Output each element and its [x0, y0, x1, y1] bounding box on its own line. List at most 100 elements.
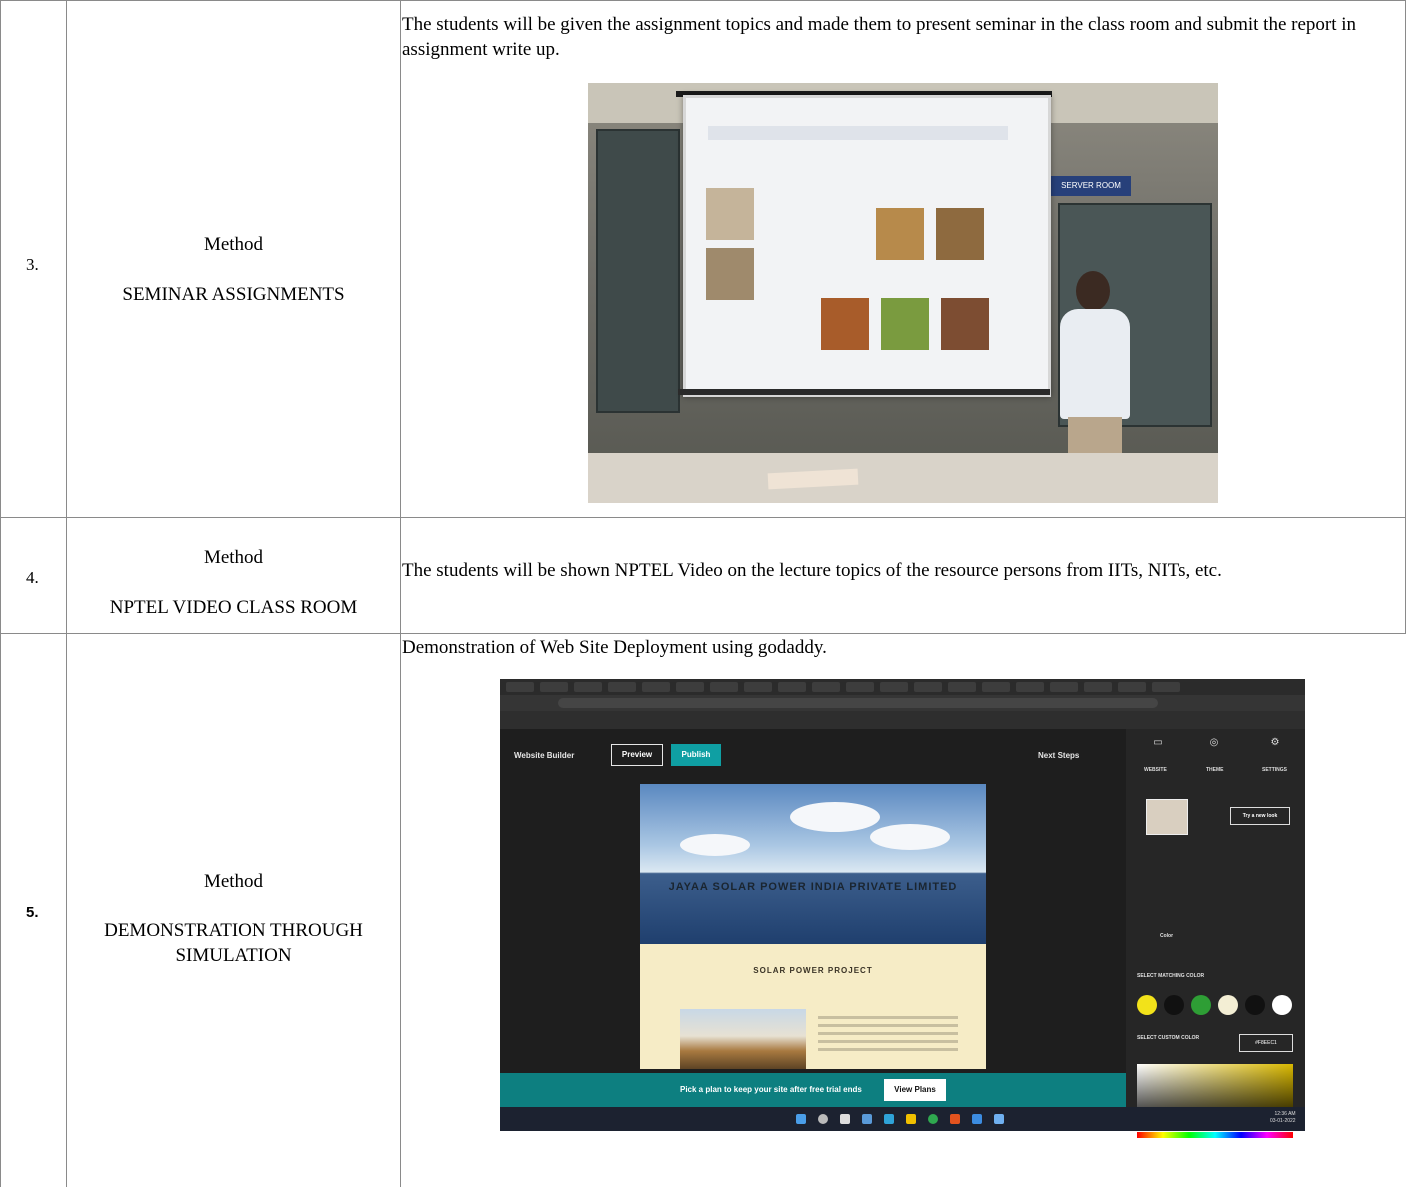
- slide-image: [941, 298, 989, 350]
- select-custom-color-label: SELECT CUSTOM COLOR: [1137, 1035, 1200, 1041]
- color-swatch: [1218, 995, 1238, 1015]
- site-text-block: [818, 1016, 958, 1056]
- color-section-label: Color: [1160, 933, 1174, 939]
- presenter-body: [1060, 309, 1130, 419]
- slide-image: [821, 298, 869, 350]
- next-steps-button: Next Steps: [1038, 751, 1080, 760]
- slide-thumbnail: [706, 188, 754, 240]
- browser-tab: [1016, 682, 1044, 692]
- custom-color-hex: #F8EEC1: [1239, 1034, 1293, 1052]
- row-divider-3-4: [0, 517, 1406, 518]
- site-title: JAYAA SOLAR POWER INDIA PRIVATE LIMITED: [668, 881, 958, 893]
- table-right-border: [1405, 0, 1406, 633]
- project-heading: SOLAR POWER PROJECT: [753, 966, 873, 975]
- cloud: [870, 824, 950, 850]
- search-icon: [818, 1114, 828, 1124]
- browser-tab: [880, 682, 908, 692]
- browser-tab: [540, 682, 568, 692]
- view-plans-button: View Plans: [884, 1079, 946, 1101]
- browser-tab: [744, 682, 772, 692]
- projector-screen: [683, 95, 1051, 397]
- clock: 12:36 AM 03-01-2022: [1270, 1111, 1296, 1125]
- presenter-head: [1076, 271, 1110, 311]
- column-divider-2: [400, 0, 401, 1187]
- browser-tab: [1152, 682, 1180, 692]
- color-swatch: [1164, 995, 1184, 1015]
- slide-toolbar: [708, 126, 1008, 140]
- row-number: 3.: [26, 255, 39, 274]
- plan-banner: Pick a plan to keep your site after free…: [500, 1073, 1126, 1107]
- try-new-look-button: Try a new look: [1230, 807, 1290, 825]
- table-top-border: [0, 0, 1406, 1]
- widgets-icon: [862, 1114, 872, 1124]
- cloud: [680, 834, 750, 856]
- hero-image: [640, 784, 986, 944]
- hue-slider: [1137, 1132, 1293, 1138]
- color-swatch: [1245, 995, 1265, 1015]
- website-icon: ▭: [1153, 737, 1163, 748]
- row-number: 4.: [26, 568, 39, 587]
- start-icon: [796, 1114, 806, 1124]
- app-icon: [994, 1114, 1004, 1124]
- theme-panel: ▭ ◎ ⚙ WEBSITE THEME SETTINGS Try a new l…: [1126, 729, 1305, 1138]
- column-divider-1: [66, 0, 67, 1187]
- godaddy-screenshot: Website Builder Preview Publish Next Ste…: [500, 679, 1305, 1138]
- browser-tab: [1050, 682, 1078, 692]
- browser-tab: [1084, 682, 1112, 692]
- browser-tab: [846, 682, 874, 692]
- method-label: Method: [203, 547, 264, 568]
- table-left-border: [0, 0, 1, 1187]
- color-swatch: [1137, 995, 1157, 1015]
- publish-button: Publish: [671, 744, 721, 766]
- windows-taskbar: 12:36 AM 03-01-2022: [500, 1107, 1305, 1131]
- browser-tab: [914, 682, 942, 692]
- browser-tab: [676, 682, 704, 692]
- cabinet-left: [596, 129, 680, 413]
- browser-tab: [778, 682, 806, 692]
- row-number: 5.: [26, 904, 39, 921]
- browser-address-bar: [500, 695, 1305, 711]
- tab-settings: SETTINGS: [1262, 767, 1288, 773]
- browser-tab: [710, 682, 738, 692]
- method-label: Method: [203, 871, 264, 892]
- browser-tab: [506, 682, 534, 692]
- row-divider-4-5: [0, 633, 1406, 634]
- chrome-icon: [928, 1114, 938, 1124]
- slide-thumbnail: [706, 248, 754, 300]
- method-description: Demonstration of Web Site Deployment usi…: [402, 637, 827, 658]
- plan-banner-text: Pick a plan to keep your site after free…: [680, 1085, 862, 1094]
- clock-date: 03-01-2022: [1270, 1118, 1296, 1124]
- browser-tab: [608, 682, 636, 692]
- projector-screen-bottom: [678, 389, 1050, 395]
- tab-theme: THEME: [1206, 767, 1224, 773]
- method-name: DEMONSTRATION THROUGH SIMULATION: [104, 920, 363, 966]
- method-name: NPTEL VIDEO CLASS ROOM: [109, 597, 358, 618]
- server-room-sign: SERVER ROOM: [1051, 176, 1131, 196]
- color-swatch: [1191, 995, 1211, 1015]
- browser-tab: [1118, 682, 1146, 692]
- browser-tab: [574, 682, 602, 692]
- browser-tab: [642, 682, 670, 692]
- browser-tab-bar: [500, 679, 1305, 695]
- browser-tab: [948, 682, 976, 692]
- seminar-photo: SERVER ROOM: [588, 83, 1218, 503]
- theme-icon: ◎: [1209, 737, 1219, 748]
- theme-thumbnail: [1146, 799, 1188, 835]
- office-icon: [950, 1114, 960, 1124]
- app-icon: [972, 1114, 982, 1124]
- app-icon: [906, 1114, 916, 1124]
- preview-button: Preview: [611, 744, 663, 766]
- method-description: The students will be given the assignmen…: [402, 14, 1357, 60]
- edge-icon: [884, 1114, 894, 1124]
- cloud: [790, 802, 880, 832]
- slide-image: [876, 208, 924, 260]
- website-builder-menu: Website Builder: [514, 751, 575, 760]
- color-swatch: [1272, 995, 1292, 1015]
- url-field: [558, 698, 1158, 708]
- taskview-icon: [840, 1114, 850, 1124]
- browser-tab: [812, 682, 840, 692]
- website-builder-editor: Website Builder Preview Publish Next Ste…: [500, 729, 1126, 1073]
- method-label: Method: [203, 234, 264, 255]
- method-name: SEMINAR ASSIGNMENTS: [122, 284, 345, 305]
- bookmarks-bar: [500, 711, 1305, 729]
